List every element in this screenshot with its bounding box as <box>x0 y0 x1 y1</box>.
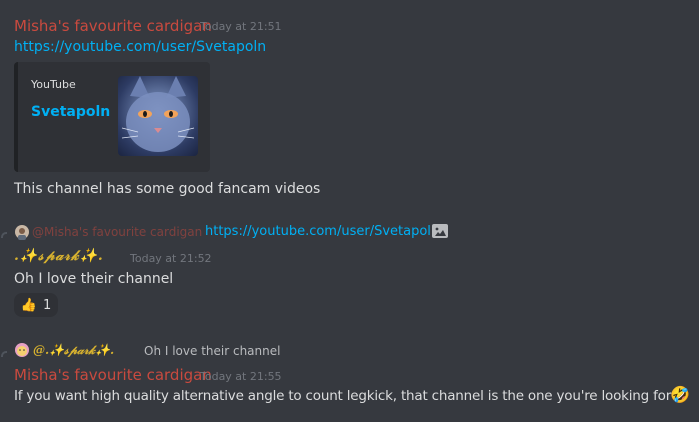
embed-title[interactable]: Svetapoln <box>31 104 110 120</box>
reply-spine <box>1 232 7 238</box>
message-text: If you want high quality alternative ang… <box>14 388 672 404</box>
message-timestamp: Today at 21:52 <box>130 252 212 265</box>
reaction-thumbs-up[interactable]: 👍 1 <box>14 293 58 317</box>
image-icon[interactable] <box>432 224 448 238</box>
reply-link[interactable]: https://youtube.com/user/Svetapoln <box>205 224 439 239</box>
message-timestamp: Today at 21:55 <box>200 370 282 383</box>
cat-thumbnail-icon[interactable] <box>118 76 198 156</box>
avatar[interactable] <box>15 343 29 357</box>
rolling-laughing-icon: 🤣 <box>670 385 690 404</box>
reply-author[interactable]: @Misha's favourite cardigan <box>32 225 202 239</box>
youtube-link[interactable]: https://youtube.com/user/Svetapoln <box>14 39 266 55</box>
message-author[interactable]: Misha's favourite cardigan <box>14 366 212 384</box>
reply-text[interactable]: Oh I love their channel <box>144 344 280 358</box>
message-author[interactable]: Misha's favourite cardigan <box>14 17 212 35</box>
link-embed: YouTube Svetapoln <box>14 62 210 172</box>
message-author[interactable]: .✨𝓈𝓅𝒶𝓇𝓀✨. <box>14 248 104 264</box>
thumbs-up-icon: 👍 <box>20 297 37 313</box>
reply-author[interactable]: @.✨𝓈𝓅𝒶𝓇𝓀✨. <box>33 343 114 358</box>
avatar[interactable] <box>15 225 29 240</box>
message-text: This channel has some good fancam videos <box>14 181 321 197</box>
reply-spine <box>1 351 7 357</box>
message-timestamp: Today at 21:51 <box>200 20 282 33</box>
reaction-count: 1 <box>42 297 52 313</box>
message-text: Oh I love their channel <box>14 271 174 287</box>
chat-messages: Misha's favourite cardigan Today at 21:5… <box>0 0 699 422</box>
embed-provider[interactable]: YouTube <box>31 78 76 91</box>
